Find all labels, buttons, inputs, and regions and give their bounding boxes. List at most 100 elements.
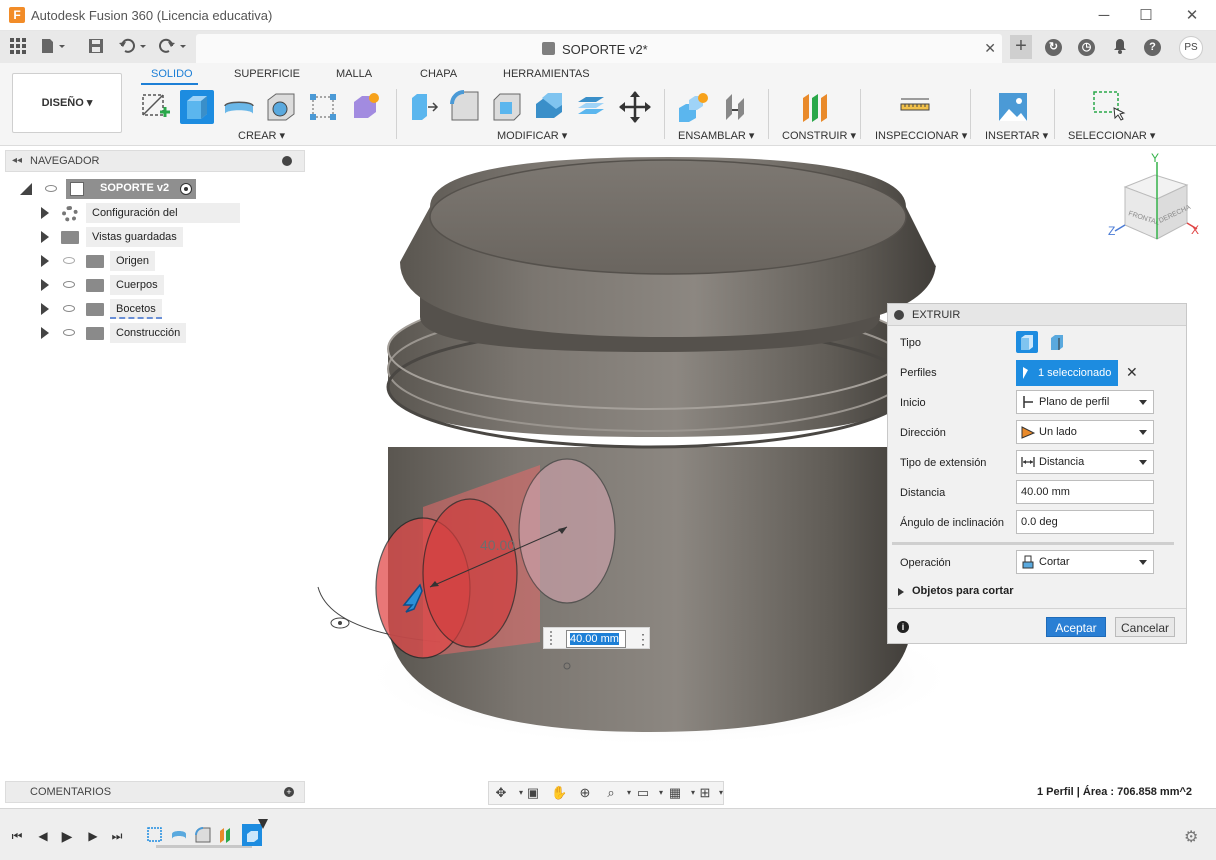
timeline-sketch-icon[interactable] — [146, 826, 164, 844]
timeline-revolve-icon[interactable] — [170, 826, 188, 844]
step-back-icon[interactable]: ◀ — [36, 829, 50, 843]
start-select[interactable]: Plano de perfil — [1016, 390, 1154, 414]
comments-panel[interactable]: COMENTARIOS + — [5, 781, 305, 803]
measure-icon[interactable] — [898, 90, 932, 124]
close-window-button[interactable]: ✕ — [1180, 6, 1204, 26]
hidden-eye-icon[interactable] — [63, 257, 75, 264]
tab-chapa[interactable]: CHAPA — [420, 68, 457, 80]
expand-objects-icon[interactable] — [898, 588, 904, 596]
group-construir[interactable]: CONSTRUIR ▾ — [782, 129, 856, 142]
distance-manipulator-input[interactable]: 40.00 mm ⋮ — [543, 627, 650, 649]
ok-button[interactable]: Aceptar — [1046, 617, 1106, 637]
browser-item-document-settings[interactable]: Configuración del documento — [40, 203, 240, 239]
viewports-dropdown-icon[interactable]: ▾ — [713, 785, 729, 801]
orbit-icon[interactable]: ✥ — [493, 785, 509, 801]
app-grid-icon[interactable] — [8, 38, 28, 56]
browser-item-sketches[interactable]: Bocetos — [40, 299, 240, 319]
activate-radio-icon[interactable] — [180, 183, 192, 195]
group-ensamblar[interactable]: ENSAMBLAR ▾ — [678, 129, 754, 142]
type-solid-button[interactable] — [1016, 331, 1038, 353]
browser-minimize-icon[interactable] — [282, 156, 292, 166]
timeline-plane-icon[interactable] — [218, 826, 236, 844]
taper-angle-input[interactable]: 0.0 deg — [1016, 510, 1154, 534]
close-tab-icon[interactable]: ✕ — [984, 40, 996, 57]
group-crear[interactable]: CREAR ▾ — [238, 129, 285, 142]
group-inspeccionar[interactable]: INSPECCIONAR ▾ — [875, 129, 967, 142]
workspace-switcher[interactable]: DISEÑO ▾ — [12, 73, 122, 133]
distance-input[interactable]: 40.00 mm — [1016, 480, 1154, 504]
info-icon[interactable]: i — [897, 621, 909, 633]
fit-icon[interactable]: ⌕ — [603, 785, 619, 801]
visibility-eye-icon[interactable] — [63, 329, 75, 336]
tab-solido[interactable]: SOLIDO — [151, 68, 193, 80]
profiles-selection-button[interactable]: 1 seleccionado — [1016, 360, 1118, 386]
expand-root-icon[interactable] — [20, 183, 32, 195]
offset-plane-icon[interactable] — [798, 90, 832, 124]
visibility-eye-icon[interactable] — [63, 305, 75, 312]
cancel-button[interactable]: Cancelar — [1115, 617, 1175, 637]
user-avatar[interactable]: PS — [1179, 36, 1203, 60]
operation-select[interactable]: Cortar — [1016, 550, 1154, 574]
dialog-header[interactable]: EXTRUIR — [888, 304, 1186, 326]
combine-icon[interactable] — [574, 90, 608, 124]
maximize-button[interactable]: ☐ — [1134, 6, 1158, 26]
help-icon[interactable]: ? — [1144, 39, 1161, 56]
visibility-eye-icon[interactable] — [45, 185, 57, 192]
clear-selection-icon[interactable]: ✕ — [1126, 364, 1138, 381]
save-icon[interactable] — [86, 38, 106, 56]
create-sketch-icon[interactable] — [138, 90, 172, 124]
add-comment-icon[interactable]: + — [284, 787, 294, 797]
collapse-browser-icon[interactable]: ◂◂ — [12, 155, 22, 166]
browser-header[interactable]: ◂◂ NAVEGADOR — [5, 150, 305, 172]
play-icon[interactable]: ▶ — [60, 829, 74, 843]
type-thin-button[interactable] — [1046, 331, 1068, 353]
tab-superficie[interactable]: SUPERFICIE — [234, 68, 300, 80]
dimension-input-field[interactable]: 40.00 mm — [566, 630, 626, 648]
extent-type-select[interactable]: Distancia — [1016, 450, 1154, 474]
window-select-icon[interactable] — [1092, 90, 1126, 124]
expand-icon[interactable] — [41, 303, 49, 315]
press-pull-icon[interactable] — [406, 90, 440, 124]
expand-icon[interactable] — [41, 279, 49, 291]
timeline-extrude-active-icon[interactable] — [242, 824, 262, 846]
drag-handle-icon[interactable] — [550, 631, 554, 645]
expand-icon[interactable] — [41, 231, 49, 243]
browser-item-origin[interactable]: Origen — [40, 251, 240, 271]
browser-root-row[interactable]: SOPORTE v2 — [20, 179, 205, 199]
revolve-icon[interactable] — [222, 90, 256, 124]
new-tab-button[interactable]: + — [1010, 35, 1032, 59]
expand-icon[interactable] — [41, 207, 49, 219]
browser-item-construction[interactable]: Construcción — [40, 323, 240, 343]
expand-icon[interactable] — [41, 327, 49, 339]
new-component-icon[interactable] — [676, 90, 710, 124]
job-status-icon[interactable]: ◷ — [1078, 39, 1095, 56]
tab-malla[interactable]: MALLA — [336, 68, 372, 80]
tab-herramientas[interactable]: HERRAMIENTAS — [503, 68, 590, 80]
browser-item-bodies[interactable]: Cuerpos — [40, 275, 240, 295]
group-modificar[interactable]: MODIFICAR ▾ — [497, 129, 567, 142]
hole-icon[interactable] — [264, 90, 298, 124]
viewports-icon[interactable]: ⊞ — [697, 785, 713, 801]
display-settings-icon[interactable]: ▭ — [635, 785, 651, 801]
zoom-icon[interactable]: ⊕ — [577, 785, 593, 801]
pan-hand-icon[interactable]: ✋ — [551, 785, 567, 801]
pattern-icon[interactable] — [306, 90, 340, 124]
insert-image-icon[interactable] — [996, 90, 1030, 124]
chamfer-icon[interactable] — [490, 90, 524, 124]
objects-to-cut-label[interactable]: Objetos para cortar — [912, 585, 1013, 597]
minimize-button[interactable]: ─ — [1092, 6, 1116, 26]
visibility-eye-icon[interactable] — [63, 281, 75, 288]
fillet-icon[interactable] — [448, 90, 482, 124]
move-copy-icon[interactable] — [618, 90, 652, 124]
go-to-start-icon[interactable]: ⏮ — [10, 829, 24, 843]
direction-select[interactable]: Un lado — [1016, 420, 1154, 444]
group-seleccionar[interactable]: SELECCIONAR ▾ — [1068, 129, 1155, 142]
document-tab[interactable]: SOPORTE v2* ✕ — [196, 34, 1002, 63]
extrude-icon[interactable] — [180, 90, 214, 124]
expand-icon[interactable] — [41, 255, 49, 267]
file-menu-icon[interactable] — [40, 38, 65, 56]
go-to-end-icon[interactable]: ⏭ — [110, 829, 124, 843]
timeline-fillet-icon[interactable] — [194, 826, 212, 844]
browser-item-saved-views[interactable]: Vistas guardadas — [40, 227, 240, 247]
undo-icon[interactable] — [118, 38, 146, 56]
